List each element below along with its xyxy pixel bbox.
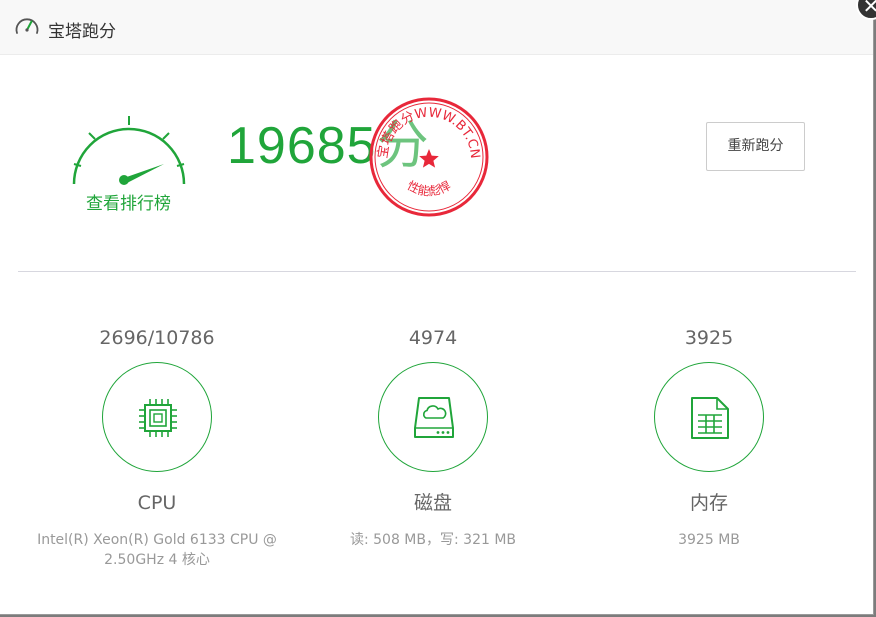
gauge-graphic xyxy=(72,116,186,185)
memory-detail: 3925 MB xyxy=(678,532,740,548)
memory-file-icon xyxy=(691,397,729,439)
cpu-label: CPU xyxy=(137,492,177,514)
divider xyxy=(18,271,856,272)
speedometer-icon xyxy=(14,15,40,37)
title-bar: 宝塔跑分 xyxy=(0,0,873,55)
rerun-benchmark-button[interactable]: 重新跑分 xyxy=(706,122,805,171)
benchmark-dialog: 宝塔跑分 ✕ 查看排行榜 19685分 宝塔跑分WWW.BT.CN xyxy=(0,0,876,615)
cpu-detail: Intel(R) Xeon(R) Gold 6133 CPU @ 2.50GHz… xyxy=(37,532,277,568)
cpu-ring xyxy=(102,362,212,472)
disk-metric: 4974 磁盘 读: 508 MB，写: 321 MB xyxy=(303,325,563,550)
memory-metric: 3925 内存 3925 MB xyxy=(579,325,839,550)
cpu-metric: 2696/10786 CPU Intel(R) Xeon(R) Gold 613… xyxy=(27,325,287,570)
memory-label: 内存 xyxy=(689,492,728,514)
close-icon: ✕ xyxy=(862,0,876,18)
memory-score: 3925 xyxy=(684,327,734,349)
disk-label: 磁盘 xyxy=(413,492,452,514)
view-ranking-link[interactable]: 查看排行榜 xyxy=(86,189,171,214)
speed-gauge[interactable] xyxy=(68,108,190,188)
score-value: 19685 xyxy=(227,117,377,175)
cpu-chip-icon xyxy=(139,399,177,437)
disk-ring xyxy=(378,362,488,472)
memory-ring xyxy=(654,362,764,472)
disk-detail: 读: 508 MB，写: 321 MB xyxy=(349,532,517,548)
cpu-score: 2696/10786 xyxy=(99,327,215,349)
performance-stamp: 宝塔跑分WWW.BT.CN 性能彪悍 xyxy=(368,96,490,218)
hard-disk-icon xyxy=(414,397,454,438)
window-title: 宝塔跑分 xyxy=(48,22,116,42)
disk-score: 4974 xyxy=(408,327,458,349)
